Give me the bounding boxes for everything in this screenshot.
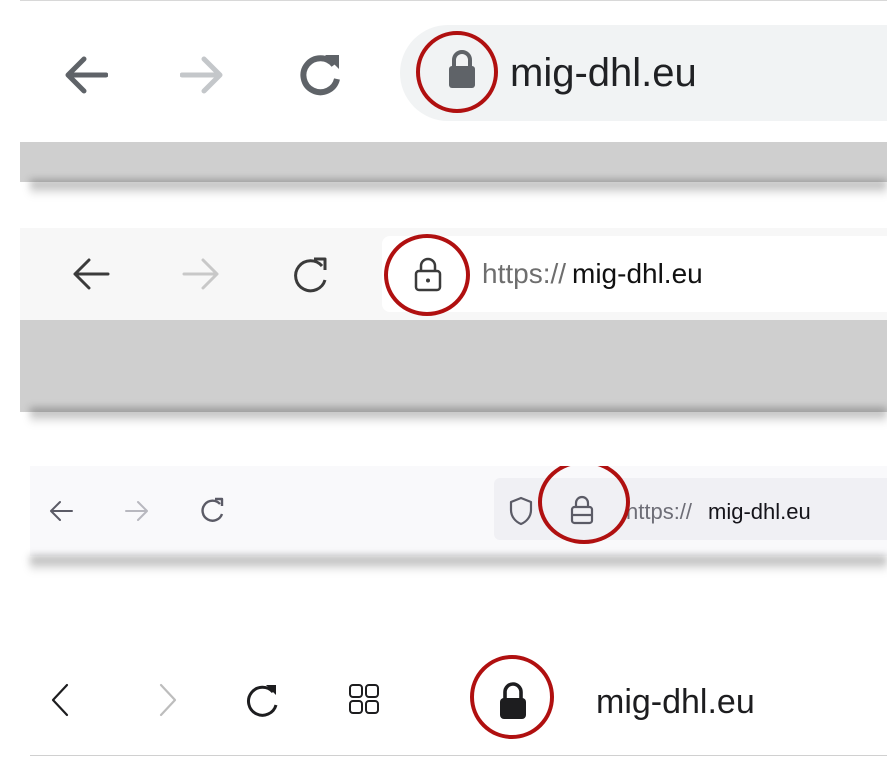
- arrow-right-icon[interactable]: [182, 258, 220, 290]
- url-prefix: https://: [626, 499, 693, 524]
- safari-toolbar: mig-dhl.eu: [30, 645, 887, 755]
- toolbar-divider: [30, 755, 887, 756]
- tab-overview-icon[interactable]: [348, 683, 380, 715]
- shield-icon[interactable]: [508, 496, 534, 526]
- arrow-left-icon[interactable]: [62, 55, 108, 95]
- url-host: mig-dhl.eu: [708, 499, 811, 524]
- url-host: mig-dhl.eu: [572, 258, 703, 289]
- drop-shadow: [30, 180, 887, 196]
- arrow-right-icon[interactable]: [124, 500, 150, 522]
- reload-icon[interactable]: [244, 683, 280, 719]
- lock-filled-icon[interactable]: [448, 49, 476, 89]
- arrow-left-icon[interactable]: [48, 500, 74, 522]
- arrow-left-icon[interactable]: [72, 258, 110, 290]
- lock-outline-icon[interactable]: [414, 256, 442, 292]
- reload-icon[interactable]: [290, 256, 330, 296]
- edge-toolbar: https:// mig-dhl.eu: [20, 228, 887, 320]
- chrome-toolbar: mig-dhl.eu: [20, 0, 887, 143]
- url-prefix: https://: [482, 258, 567, 289]
- firefox-toolbar: https:// mig-dhl.eu: [30, 466, 887, 556]
- chevron-right-icon[interactable]: [158, 683, 178, 717]
- reload-icon[interactable]: [296, 51, 344, 99]
- lock-outline-icon[interactable]: [570, 494, 594, 526]
- lock-filled-icon[interactable]: [498, 681, 528, 721]
- drop-shadow: [30, 556, 887, 572]
- toolbar-shadow: [20, 142, 887, 182]
- toolbar-shadow: [20, 320, 887, 412]
- url-host: mig-dhl.eu: [510, 51, 697, 95]
- reload-icon[interactable]: [198, 497, 226, 525]
- arrow-right-icon[interactable]: [180, 55, 226, 95]
- url-host: mig-dhl.eu: [596, 683, 755, 721]
- chevron-left-icon[interactable]: [50, 683, 70, 717]
- drop-shadow: [30, 408, 887, 424]
